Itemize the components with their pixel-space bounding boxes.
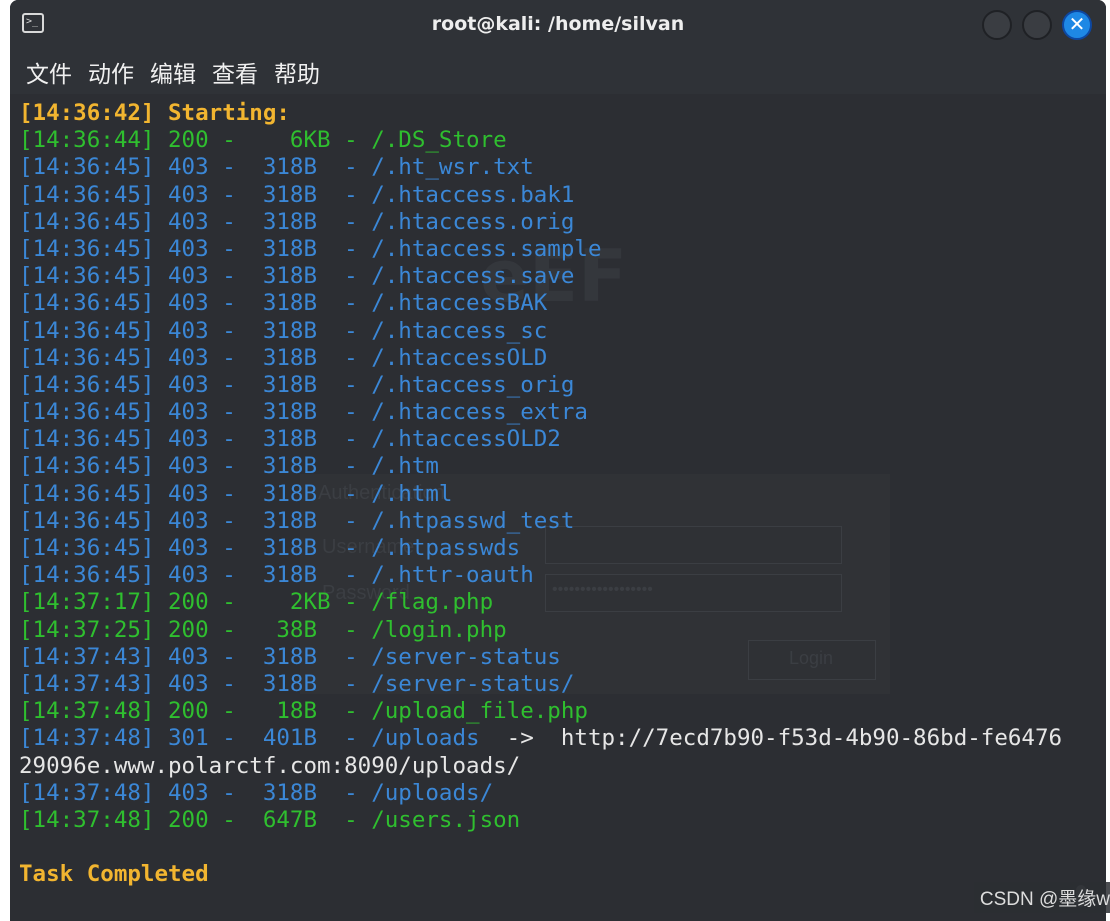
terminal-line: 29096e.www.polarctf.com:8090/uploads/ [19,753,1062,780]
title-bar: >_ root@kali: /home/silvan ✕ [10,0,1106,50]
close-icon: ✕ [1068,12,1086,36]
terminal-line-text: [14:36:45] 403 - 318B - /.htaccess.save [19,263,575,290]
terminal-line: [14:36:45] 403 - 318B - /.htaccessOLD2 [19,426,1062,453]
terminal-line-text: [14:36:45] 403 - 318B - /.htpasswds [19,535,521,561]
terminal-line: [14:36:42] Starting: [19,100,1062,127]
terminal-line-text: [14:36:44] 200 - 6KB - /.DS_Store [19,127,507,154]
terminal-line: [14:36:45] 403 - 318B - /.htaccess.bak1 [19,182,1062,209]
terminal-line-text: [14:36:45] 403 - 318B - /.htaccess.sampl… [19,235,602,262]
minimize-button[interactable] [982,10,1012,40]
terminal-line: [14:36:45] 403 - 318B - /.htpasswd_test [19,508,1062,535]
terminal-line: [14:37:48] 200 - 18B - /upload_file.php [19,698,1062,725]
terminal-line: [14:37:43] 403 - 318B - /server-status/ [19,671,1062,698]
terminal-line-text: [14:37:43] 403 - 318B - /server-status/ [19,670,575,697]
terminal-line-text: [14:37:25] 200 - 38B - /login.php [19,616,507,643]
terminal-line: [14:37:25] 200 - 38B - /login.php [19,617,1062,644]
terminal-line-text: [14:36:45] 403 - 318B - /.htaccess.orig [19,208,575,235]
terminal-line: [14:36:45] 403 - 318B - /.htaccessBAK [19,290,1062,317]
terminal-line: [14:36:45] 403 - 318B - /.html [19,481,1062,508]
terminal-line: [14:36:45] 403 - 318B - /.htm [19,453,1062,480]
terminal-line: [14:36:45] 403 - 318B - /.htaccess.save [19,263,1062,290]
terminal-line-text: [14:36:45] 403 - 318B - /.htm [19,453,439,480]
terminal-line-text: Task Completed [19,861,209,888]
terminal-window: >_ root@kali: /home/silvan ✕ 文件 动作 编辑 查看… [10,0,1106,921]
terminal-line: [14:37:48] 403 - 318B - /uploads/ [19,780,1062,807]
terminal-output[interactable]: eEF Authentication Username Password •••… [10,94,1106,921]
terminal-line-text: 29096e.www.polarctf.com:8090/uploads/ [19,752,521,779]
terminal-line: [14:36:45] 403 - 318B - /.httr-oauth [19,562,1062,589]
menu-file[interactable]: 文件 [26,55,72,89]
terminal-line-text: [14:37:48] 200 - 647B - /users.json [19,806,521,833]
terminal-line-text: [14:37:48] 200 - 18B - /upload_file.php [19,698,588,725]
terminal-line: [14:36:44] 200 - 6KB - /.DS_Store [19,127,1062,154]
terminal-line-text: [14:37:48] 301 - 401B - /uploads [19,725,507,752]
terminal-line: [14:37:17] 200 - 2KB - /flag.php [19,589,1062,616]
terminal-line-text: [14:37:17] 200 - 2KB - /flag.php [19,589,494,616]
terminal-line-text: [14:36:45] 403 - 318B - /.htaccess_extra [19,399,588,426]
menu-edit[interactable]: 编辑 [150,55,196,89]
terminal-line-text: [14:36:45] 403 - 318B - /.htaccess_sc [19,317,548,344]
terminal-line: [14:36:45] 403 - 318B - /.htaccess_sc [19,318,1062,345]
redirect-target: -> http://7ecd7b90-f53d-4b90-86bd-fe6476 [506,725,1063,752]
terminal-line-text: [14:37:43] 403 - 318B - /server-status [19,643,561,670]
terminal-line-text: [14:36:45] 403 - 318B - /.htaccess_orig [19,371,575,398]
terminal-line-text: [14:36:45] 403 - 318B - /.htaccessOLD [19,344,548,371]
terminal-line: [14:36:45] 403 - 318B - /.htaccess_extra [19,399,1062,426]
terminal-line-text: [14:36:45] 403 - 318B - /.html [19,480,453,507]
terminal-line: [14:36:45] 403 - 318B - /.ht_wsr.txt [19,154,1062,181]
terminal-line-text: [14:36:45] 403 - 318B - /.ht_wsr.txt [19,154,534,181]
terminal-line: [14:36:45] 403 - 318B - /.htaccess.orig [19,209,1062,236]
terminal-line-text: [14:36:45] 403 - 318B - /.htaccess.bak1 [19,181,575,208]
terminal-line: [14:37:48] 200 - 647B - /users.json [19,807,1062,834]
menu-action[interactable]: 动作 [88,55,134,89]
terminal-line-text: [14:36:42] Starting: [19,100,290,126]
menu-help[interactable]: 帮助 [274,55,320,89]
terminal-line: [14:36:45] 403 - 318B - /.htpasswds [19,535,1062,562]
window-title: root@kali: /home/silvan [431,13,685,35]
csdn-watermark: CSDN @墨缘w [973,882,1110,913]
close-button[interactable]: ✕ [1062,10,1092,40]
terminal-line-text: [14:36:45] 403 - 318B - /.htpasswd_test [19,507,575,534]
terminal-line: [14:37:43] 403 - 318B - /server-status [19,644,1062,671]
terminal-line: [14:36:45] 403 - 318B - /.htaccessOLD [19,345,1062,372]
terminal-line-text: [14:37:48] 403 - 318B - /uploads/ [19,779,494,806]
terminal-line: [14:37:48] 301 - 401B - /uploads -> http… [19,725,1062,752]
menu-view[interactable]: 查看 [212,55,258,89]
terminal-line: Task Completed [19,861,1062,888]
terminal-line: [14:36:45] 403 - 318B - /.htaccess_orig [19,372,1062,399]
terminal-line-text: [14:36:45] 403 - 318B - /.httr-oauth [19,562,534,589]
maximize-button[interactable] [1022,10,1052,40]
terminal-line: [14:36:45] 403 - 318B - /.htaccess.sampl… [19,236,1062,263]
terminal-line-text: [14:36:45] 403 - 318B - /.htaccessBAK [19,290,548,317]
menu-bar: 文件 动作 编辑 查看 帮助 [10,50,1106,94]
terminal-line-text: [14:36:45] 403 - 318B - /.htaccessOLD2 [19,426,561,453]
terminal-lines: [14:36:42] Starting: [14:36:44] 200 - 6KB… [19,100,1062,888]
